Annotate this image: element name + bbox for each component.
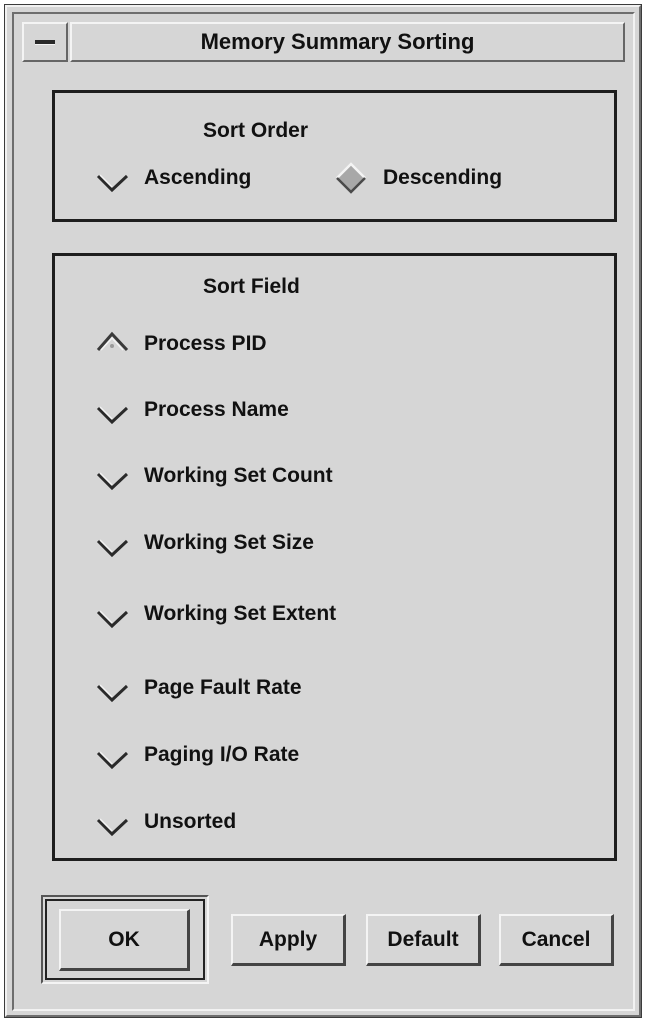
title-bar[interactable]: Memory Summary Sorting: [70, 22, 625, 62]
radio-label: Paging I/O Rate: [144, 743, 300, 766]
radio-selected-icon: [96, 331, 129, 352]
radio-label: Working Set Count: [144, 464, 333, 487]
radio-label: Page Fault Rate: [144, 676, 302, 699]
radio-unselected-icon: [96, 751, 129, 770]
window-menu-button[interactable]: [22, 22, 68, 62]
radio-unselected-icon: [96, 472, 129, 491]
sort-order-group: Sort Order: [52, 90, 617, 222]
radio-working-set-count[interactable]: Working Set Count: [94, 460, 333, 492]
radio-label: Process Name: [144, 398, 289, 421]
radio-label: Ascending: [144, 166, 252, 189]
window-title: Memory Summary Sorting: [200, 29, 475, 54]
radio-label: Descending: [383, 166, 503, 189]
radio-ascending[interactable]: Ascending: [94, 162, 251, 194]
sort-field-title: Sort Field: [203, 275, 300, 298]
radio-working-set-size[interactable]: Working Set Size: [94, 527, 314, 559]
radio-paging-io-rate[interactable]: Paging I/O Rate: [94, 739, 299, 771]
radio-unselected-icon: [96, 818, 129, 837]
radio-unselected-icon: [96, 174, 129, 193]
cancel-button[interactable]: Cancel: [499, 914, 614, 966]
radio-unselected-icon: [96, 684, 129, 703]
radio-label: Unsorted: [144, 810, 237, 833]
window-menu-bar-icon: [35, 40, 55, 45]
radio-unsorted[interactable]: Unsorted: [94, 806, 236, 838]
radio-page-fault-rate[interactable]: Page Fault Rate: [94, 672, 302, 704]
radio-process-pid[interactable]: Process PID: [94, 328, 267, 360]
radio-label: Working Set Size: [144, 531, 314, 554]
radio-label: Working Set Extent: [144, 602, 337, 625]
radio-working-set-extent[interactable]: Working Set Extent: [94, 598, 336, 630]
radio-label: Process PID: [144, 332, 267, 355]
sort-order-title: Sort Order: [203, 119, 309, 142]
radio-selected-icon: [336, 162, 366, 194]
radio-descending[interactable]: Descending: [333, 162, 502, 194]
radio-process-name[interactable]: Process Name: [94, 394, 289, 426]
radio-unselected-icon: [96, 539, 129, 558]
ok-button[interactable]: OK: [59, 909, 190, 971]
radio-unselected-icon: [96, 406, 129, 425]
apply-button[interactable]: Apply: [231, 914, 346, 966]
radio-unselected-icon: [96, 610, 129, 629]
default-button[interactable]: Default: [366, 914, 481, 966]
